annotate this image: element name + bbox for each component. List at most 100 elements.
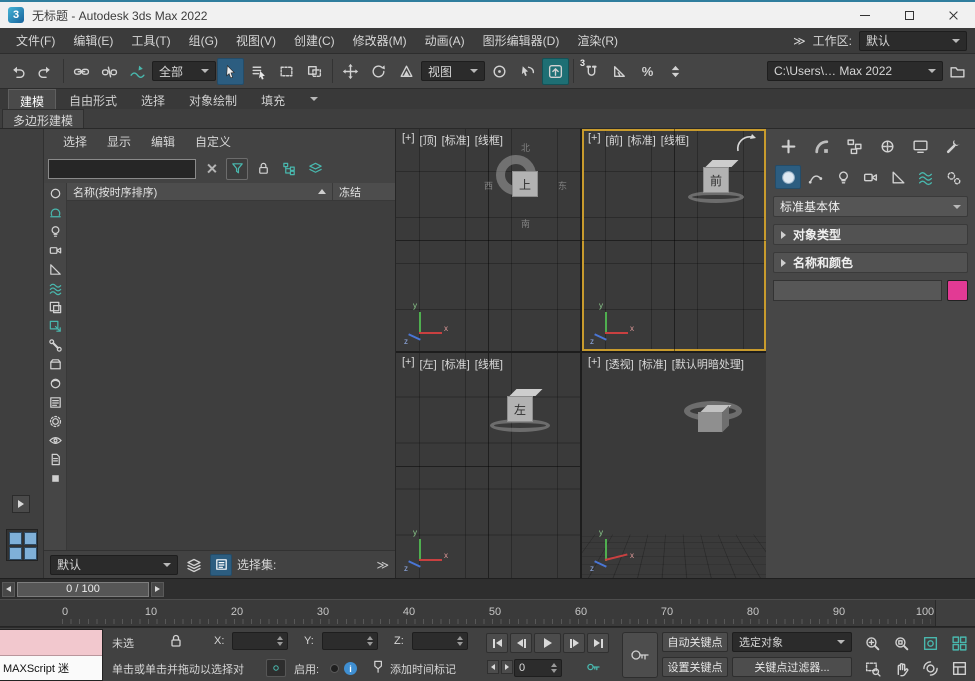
viewcube-top-face[interactable]: [510, 389, 543, 396]
viewport-general-menu[interactable]: [+]: [402, 356, 415, 372]
ribbon-tab-populate[interactable]: 填充: [250, 89, 296, 109]
add-time-tag-label[interactable]: 添加时间标记: [390, 661, 456, 677]
hierarchy-view-icon[interactable]: [278, 158, 300, 180]
selection-lock-toggle[interactable]: [168, 633, 184, 652]
geometry-subcategory-dropdown[interactable]: 标准基本体: [773, 196, 968, 217]
viewport-layout-tabs-icon[interactable]: [6, 529, 38, 561]
project-folder-icon[interactable]: [944, 58, 971, 85]
viewcube-face[interactable]: 前: [703, 167, 729, 193]
viewport-style-menu[interactable]: [标准]: [639, 356, 667, 372]
explorer-menu-customize[interactable]: 自定义: [186, 130, 240, 153]
viewcube-top-face[interactable]: [706, 160, 739, 167]
select-and-move-button[interactable]: [337, 58, 364, 85]
ribbon-tab-modeling[interactable]: 建模: [8, 89, 56, 109]
menu-animation[interactable]: 动画(A): [417, 28, 473, 53]
ribbon-tab-freeform[interactable]: 自由形式: [58, 89, 128, 109]
next-frame-button[interactable]: [563, 633, 585, 653]
x-coordinate-field[interactable]: [232, 632, 288, 650]
viewport-general-menu[interactable]: [+]: [402, 132, 415, 148]
current-frame-field[interactable]: 0: [514, 659, 562, 677]
viewport-pov-menu[interactable]: [前]: [606, 132, 623, 148]
viewport-top[interactable]: [+] [顶] [标准] [线框] 上 北 东 南 西 yxz: [396, 129, 580, 351]
viewcube-face[interactable]: 左: [507, 396, 533, 422]
toggle-display-cameras-icon[interactable]: [46, 242, 64, 259]
project-folder-field[interactable]: C:\Users\… Max 2022: [767, 61, 943, 81]
explorer-menu-display[interactable]: 显示: [98, 130, 140, 153]
viewport-style-menu[interactable]: [标准]: [442, 132, 470, 148]
maxscript-macro-pane[interactable]: [0, 630, 102, 656]
time-slider-prev-button[interactable]: [2, 582, 15, 597]
create-tab-icon[interactable]: [775, 134, 801, 158]
ribbon-tab-selection[interactable]: 选择: [130, 89, 176, 109]
menu-edit[interactable]: 编辑(E): [65, 28, 121, 53]
menu-create[interactable]: 创建(C): [286, 28, 343, 53]
workspace-dropdown[interactable]: 默认: [859, 31, 967, 51]
orbit-icon[interactable]: [916, 656, 944, 680]
zoom-extents-icon[interactable]: [916, 631, 944, 655]
viewport-general-menu[interactable]: [+]: [588, 132, 601, 148]
layers-stack-icon[interactable]: [183, 554, 205, 576]
keyboard-shortcut-override-toggle[interactable]: [542, 58, 569, 85]
viewport-shading-menu[interactable]: [线框]: [475, 132, 503, 148]
toggle-display-spacewarps-icon[interactable]: [46, 280, 64, 297]
menu-tools[interactable]: 工具(T): [123, 28, 178, 53]
object-color-swatch[interactable]: [947, 280, 968, 301]
key-filter-scope-dropdown[interactable]: 选定对象: [732, 632, 852, 652]
viewport-shading-menu[interactable]: [默认明暗处理]: [672, 356, 744, 372]
layer-view-icon[interactable]: [304, 158, 326, 180]
go-to-start-button[interactable]: [486, 633, 508, 653]
maxscript-listener-pane[interactable]: MAXScript 迷: [0, 656, 102, 681]
toggle-display-bones-icon[interactable]: [46, 337, 64, 354]
selection-set-dropdown[interactable]: 默认: [50, 555, 178, 575]
menu-rendering[interactable]: 渲染(R): [569, 28, 626, 53]
track-bar[interactable]: 0 10 20 30 40 50 60 70 80 90 100: [0, 599, 975, 627]
rollout-object-type[interactable]: 对象类型: [773, 224, 968, 245]
step-forward-button[interactable]: [501, 660, 513, 674]
explorer-menu-select[interactable]: 选择: [54, 130, 96, 153]
menu-views[interactable]: 视图(V): [228, 28, 284, 53]
select-and-manipulate-button[interactable]: [514, 58, 541, 85]
viewport-general-menu[interactable]: [+]: [588, 356, 601, 372]
set-keys-button[interactable]: [622, 632, 658, 678]
viewport-shading-menu[interactable]: [线框]: [475, 356, 503, 372]
info-icon[interactable]: [344, 662, 357, 675]
viewport-left[interactable]: [+] [左] [标准] [线框] 左 yxz: [396, 353, 580, 578]
reference-coordinate-dropdown[interactable]: 视图: [421, 61, 485, 81]
explorer-search-input[interactable]: [48, 159, 196, 179]
viewport-style-menu[interactable]: [标准]: [442, 356, 470, 372]
time-slider-handle[interactable]: 0 / 100: [17, 582, 149, 597]
zoom-all-icon[interactable]: [887, 631, 915, 655]
scene-object-list[interactable]: [67, 201, 395, 550]
shapes-category-icon[interactable]: [803, 165, 829, 189]
ribbon-minimize-button[interactable]: [298, 89, 318, 109]
go-to-end-button[interactable]: [587, 633, 609, 653]
viewport-pov-menu[interactable]: [顶]: [420, 132, 437, 148]
key-filters-button[interactable]: 关键点过滤器...: [732, 657, 852, 677]
geometry-category-icon[interactable]: [775, 165, 801, 189]
maxscript-mini-listener[interactable]: MAXScript 迷: [0, 629, 103, 681]
menu-overflow-icon[interactable]: ≫: [793, 34, 806, 48]
hierarchy-tab-icon[interactable]: [841, 134, 867, 158]
maximize-viewport-icon[interactable]: [945, 656, 973, 680]
ribbon-tab-object-paint[interactable]: 对象绘制: [178, 89, 248, 109]
minimize-button[interactable]: [843, 2, 887, 28]
menu-graph-editors[interactable]: 图形编辑器(D): [475, 28, 568, 53]
spinner-snap-toggle-button[interactable]: [662, 58, 689, 85]
select-and-rotate-button[interactable]: [365, 58, 392, 85]
viewport-style-menu[interactable]: [标准]: [628, 132, 656, 148]
auto-key-toggle[interactable]: 自动关键点: [662, 632, 728, 652]
close-button[interactable]: [931, 2, 975, 28]
select-object-button[interactable]: [217, 58, 244, 85]
viewport-perspective[interactable]: [+] [透视] [标准] [默认明暗处理] yxz: [582, 353, 766, 578]
viewport-pov-menu[interactable]: [左]: [420, 356, 437, 372]
toggle-display-layers-icon[interactable]: [46, 394, 64, 411]
toggle-display-lights-icon[interactable]: [46, 223, 64, 240]
angle-snap-toggle-button[interactable]: [606, 58, 633, 85]
selection-filter-dropdown[interactable]: 全部: [152, 61, 216, 81]
zoom-region-icon[interactable]: [858, 656, 886, 680]
toggle-display-helpers-icon[interactable]: [46, 261, 64, 278]
viewport-pov-menu[interactable]: [透视]: [606, 356, 634, 372]
y-coordinate-field[interactable]: [322, 632, 378, 650]
select-and-link-icon[interactable]: [68, 58, 95, 85]
select-and-scale-button[interactable]: [393, 58, 420, 85]
